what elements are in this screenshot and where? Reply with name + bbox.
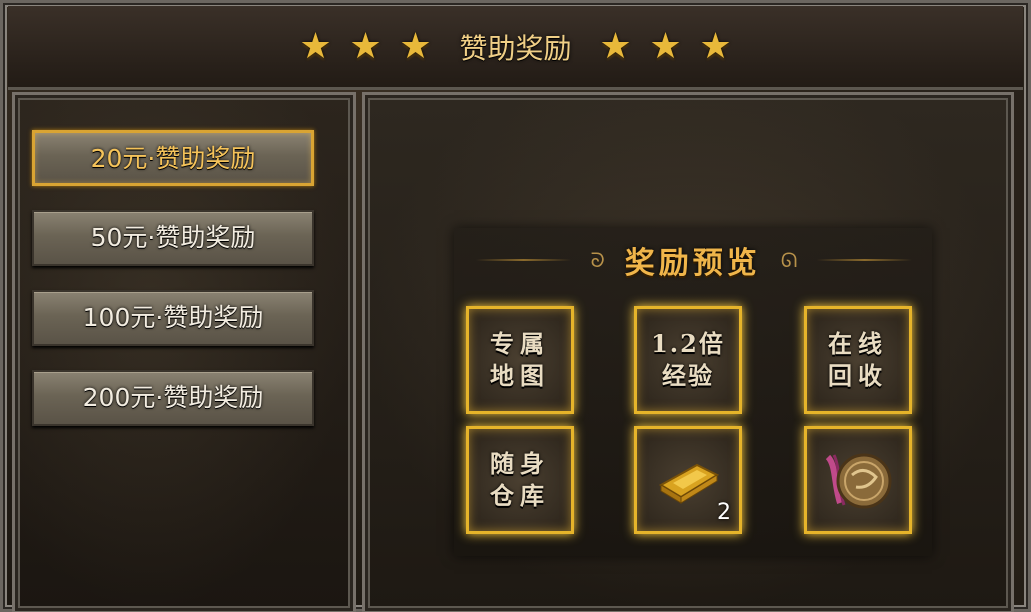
tab-200-yuan-reward[interactable]: 200元·赞助奖励 [32,370,314,426]
reward-label: 专属地图 [490,329,550,390]
star-icon: ★ [699,25,732,67]
reward-slot-portable-storage[interactable]: 随身仓库 [466,426,574,534]
swirl-ornament-icon: ᘐ [590,248,605,272]
title-bar: ★ ★ ★ 赞助奖励 ★ ★ ★ [8,6,1023,90]
reward-preview-header: ᘐ 奖励预览 ᘏ [476,238,913,282]
tab-20-yuan-reward[interactable]: 20元·赞助奖励 [32,130,314,186]
star-icon: ★ [599,25,632,67]
divider-left [476,259,571,261]
star-icon: ★ [349,25,382,67]
reward-slot-medal[interactable] [804,426,912,534]
reward-slot-online-recycle[interactable]: 在线回收 [804,306,912,414]
reward-slot-exclusive-map[interactable]: 专属地图 [466,306,574,414]
bronze-medal-icon [825,453,892,509]
reward-slot-exp-boost[interactable]: 1.2倍经验 [634,306,742,414]
gold-ingot-icon [659,463,720,504]
reward-label: 在线回收 [828,329,888,390]
reward-slot-gold-ingot[interactable]: 2 [634,426,742,534]
tab-100-yuan-reward[interactable]: 100元·赞助奖励 [32,290,314,346]
reward-label: 随身仓库 [490,449,550,510]
divider-right [817,259,913,261]
item-count: 2 [717,500,731,525]
star-icon: ★ [299,25,332,67]
reward-label: 1.2倍经验 [651,329,725,390]
window-title: 赞助奖励 [459,31,572,65]
star-icon: ★ [649,25,682,67]
star-icon: ★ [399,25,432,67]
reward-preview-title: 奖励预览 [624,246,761,281]
tab-50-yuan-reward[interactable]: 50元·赞助奖励 [32,210,314,266]
swirl-ornament-icon: ᘏ [780,248,798,272]
